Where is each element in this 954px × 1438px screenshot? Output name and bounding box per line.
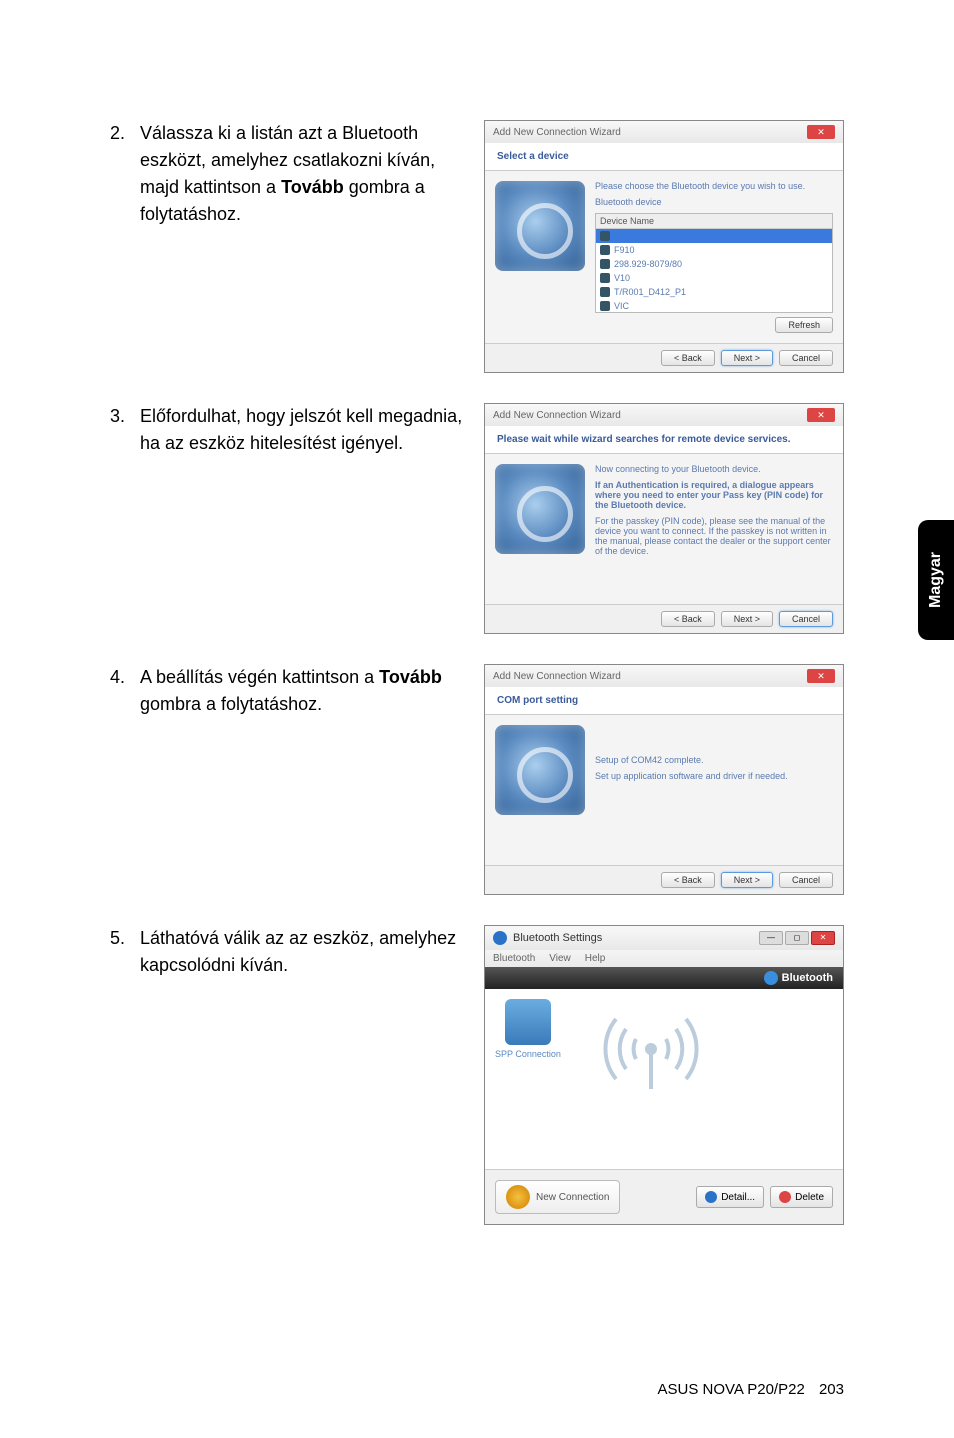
step-text: Láthatóvá válik az az eszköz, amelyhez k…: [140, 925, 464, 979]
close-icon[interactable]: ✕: [807, 408, 835, 422]
delete-button[interactable]: Delete: [770, 1186, 833, 1208]
brand-label: Bluetooth: [782, 972, 833, 984]
menu-bar: Bluetooth View Help: [485, 950, 843, 967]
wizard-header: Select a device: [485, 143, 843, 171]
device-label: SPP Connection: [495, 1049, 561, 1059]
next-button[interactable]: Next >: [721, 872, 773, 888]
device-item[interactable]: T/R001_D412_P1: [596, 285, 832, 299]
device-item[interactable]: VIC: [596, 299, 832, 313]
next-button[interactable]: Next >: [721, 611, 773, 627]
wizard-graphic: [495, 464, 585, 554]
new-connection-icon: [506, 1185, 530, 1209]
auth-note: If an Authentication is required, a dial…: [595, 480, 833, 510]
section-label: Bluetooth device: [595, 197, 833, 207]
close-icon[interactable]: ✕: [807, 669, 835, 683]
next-button[interactable]: Next >: [721, 350, 773, 366]
wizard-header: COM port setting: [485, 687, 843, 715]
footer-page-number: 203: [819, 1381, 844, 1398]
wizard-graphic: [495, 725, 585, 815]
refresh-button[interactable]: Refresh: [775, 317, 833, 333]
close-icon[interactable]: ✕: [807, 125, 835, 139]
device-icon: [600, 273, 610, 283]
back-button[interactable]: < Back: [661, 872, 715, 888]
back-button[interactable]: < Back: [661, 350, 715, 366]
passkey-note: For the passkey (PIN code), please see t…: [595, 516, 833, 556]
step-text: A beállítás végén kattintson a Tovább go…: [140, 664, 464, 718]
wizard-title: Add New Connection Wizard: [493, 127, 621, 138]
device-icon: [600, 301, 610, 311]
page-footer: ASUS NOVA P20/P22 203: [657, 1381, 844, 1398]
cancel-button[interactable]: Cancel: [779, 350, 833, 366]
back-button[interactable]: < Back: [661, 611, 715, 627]
step-number: 3.: [110, 403, 140, 430]
wizard-select-device: Add New Connection Wizard ✕ Select a dev…: [484, 120, 844, 373]
step-text: Előfordulhat, hogy jelszót kell megadnia…: [140, 403, 464, 457]
language-tab: Magyar: [918, 520, 954, 640]
close-icon[interactable]: ✕: [811, 931, 835, 945]
bluetooth-settings-window: Bluetooth Settings — ◻ ✕ Bluetooth View …: [484, 925, 844, 1225]
device-icon: [600, 259, 610, 269]
bluetooth-icon: [493, 931, 507, 945]
window-title: Bluetooth Settings: [513, 932, 602, 944]
device-tile[interactable]: SPP Connection: [495, 999, 561, 1059]
step-number: 2.: [110, 120, 140, 147]
cancel-button[interactable]: Cancel: [779, 611, 833, 627]
footer-model: ASUS NOVA P20/P22: [657, 1381, 804, 1398]
spp-connection-icon: [505, 999, 551, 1045]
detail-button[interactable]: Detail...: [696, 1186, 764, 1208]
device-icon: [600, 287, 610, 297]
maximize-icon[interactable]: ◻: [785, 931, 809, 945]
step-text: Válassza ki a listán azt a Bluetooth esz…: [140, 120, 464, 228]
device-item[interactable]: F910: [596, 243, 832, 257]
cancel-button[interactable]: Cancel: [779, 872, 833, 888]
device-list[interactable]: Device Name F910 298.929-8079/80 V10 T/R…: [595, 213, 833, 313]
wizard-header: Please wait while wizard searches for re…: [485, 426, 843, 454]
device-item-selected[interactable]: [596, 229, 832, 243]
wizard-title: Add New Connection Wizard: [493, 671, 621, 682]
new-connection-button[interactable]: New Connection: [495, 1180, 620, 1214]
bluetooth-icon: [764, 971, 778, 985]
device-item[interactable]: V10: [596, 271, 832, 285]
wizard-prompt: Please choose the Bluetooth device you w…: [595, 181, 833, 191]
setup-complete-line: Setup of COM42 complete.: [595, 755, 833, 765]
signal-graphic: [581, 999, 721, 1119]
delete-icon: [779, 1191, 791, 1203]
wizard-graphic: [495, 181, 585, 271]
minimize-icon[interactable]: —: [759, 931, 783, 945]
device-icon: [600, 245, 610, 255]
menu-bluetooth[interactable]: Bluetooth: [493, 953, 535, 964]
setup-note: Set up application software and driver i…: [595, 771, 833, 781]
step-number: 5.: [110, 925, 140, 952]
menu-help[interactable]: Help: [585, 953, 606, 964]
status-line: Now connecting to your Bluetooth device.: [595, 464, 833, 474]
wizard-com-port: Add New Connection Wizard ✕ COM port set…: [484, 664, 844, 895]
info-icon: [705, 1191, 717, 1203]
device-item[interactable]: 298.929-8079/80: [596, 257, 832, 271]
step-number: 4.: [110, 664, 140, 691]
wizard-title: Add New Connection Wizard: [493, 410, 621, 421]
wizard-searching: Add New Connection Wizard ✕ Please wait …: [484, 403, 844, 634]
device-icon: [600, 231, 610, 241]
column-header: Device Name: [596, 214, 832, 229]
menu-view[interactable]: View: [549, 953, 571, 964]
